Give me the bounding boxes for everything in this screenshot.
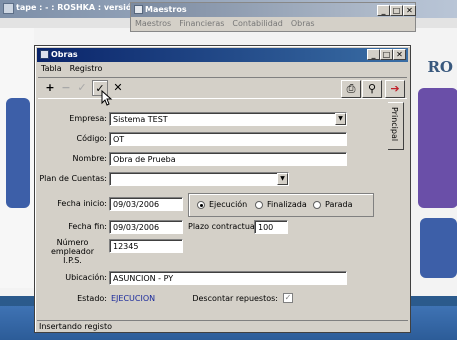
numero-empleador-label-line1: Número — [56, 238, 89, 247]
menu-obras[interactable]: Obras — [291, 19, 315, 31]
close-button[interactable]: ✕ — [403, 5, 416, 16]
codigo-field[interactable]: OT — [109, 132, 347, 146]
maestros-titlebar: Maestros _ □ ✕ — [131, 3, 416, 17]
descontar-repuestos-checkbox[interactable]: ✓ — [283, 293, 293, 303]
maestros-title: Maestros — [145, 5, 187, 14]
exit-arrow-icon[interactable]: ➔ — [385, 80, 405, 98]
print-icon[interactable]: ⎙ — [341, 80, 361, 98]
maximize-button[interactable]: □ — [380, 49, 393, 60]
radio-parada[interactable] — [313, 201, 321, 209]
tab-principal[interactable]: Principal — [388, 102, 404, 150]
radio-parada-label[interactable]: Parada — [325, 200, 353, 209]
window-icon — [40, 50, 49, 59]
background-graphic-left — [6, 98, 30, 208]
background-app-title: tape : - : ROSHKA : versión — [16, 3, 138, 12]
descontar-repuestos-label: Descontar repuestos: — [192, 294, 278, 303]
plan-cuentas-label: Plan de Cuentas: — [39, 174, 107, 183]
empresa-value: Sistema TEST — [113, 115, 168, 124]
toolbar: + − ✓ ✓ ✕ ⎙ ⚲ ➔ — [38, 77, 407, 99]
fecha-inicio-label: Fecha inicio: — [57, 199, 107, 208]
search-icon[interactable]: ⚲ — [362, 80, 382, 98]
plazo-contractual-field[interactable]: 100 — [254, 220, 288, 234]
obras-window: Obras _ □ ✕ Tabla Registro + − ✓ ✓ ✕ ⎙ ⚲… — [34, 45, 411, 333]
menu-financieras[interactable]: Financieras — [179, 19, 224, 31]
window-icon — [134, 5, 143, 14]
maestros-menubar: Maestros Financieras Contabilidad Obras — [135, 19, 315, 31]
obras-menubar: Tabla Registro — [41, 64, 102, 76]
radio-ejecucion[interactable] — [197, 201, 205, 209]
numero-empleador-label-line3: I.P.S. — [63, 256, 82, 265]
menu-registro[interactable]: Registro — [70, 64, 103, 76]
estado-value: EJECUCION — [111, 294, 156, 303]
numero-empleador-label-line2: empleador — [50, 247, 95, 256]
plazo-contractual-label: Plazo contractual: — [188, 222, 260, 231]
minimize-button[interactable]: _ — [367, 49, 380, 60]
codigo-label: Código: — [76, 134, 107, 143]
background-graphic-right-lower — [420, 218, 457, 278]
close-button[interactable]: ✕ — [393, 49, 406, 60]
maestros-window: Maestros _ □ ✕ Maestros Financieras Cont… — [130, 2, 416, 32]
empresa-select[interactable]: Sistema TEST ▼ — [109, 112, 347, 126]
fecha-fin-label: Fecha fin: — [68, 222, 107, 231]
edit-record-icon[interactable]: ✓ — [74, 80, 90, 96]
tab-principal-label: Principal — [390, 107, 399, 142]
obras-title: Obras — [51, 50, 78, 59]
menu-maestros[interactable]: Maestros — [135, 19, 171, 31]
statusbar: Insertando registo — [37, 320, 408, 332]
add-record-icon[interactable]: + — [42, 80, 58, 96]
delete-record-icon[interactable]: − — [58, 80, 74, 96]
numero-empleador-label: Número empleador I.P.S. — [38, 238, 107, 265]
obras-titlebar: Obras _ □ ✕ — [37, 48, 408, 62]
empresa-label: Empresa: — [69, 114, 107, 123]
maximize-button[interactable]: □ — [390, 5, 403, 16]
background-logo: RO — [427, 58, 453, 76]
estado-radio-group: Ejecución Finalizada Parada — [188, 193, 374, 217]
menu-tabla[interactable]: Tabla — [41, 64, 62, 76]
radio-ejecucion-label[interactable]: Ejecución — [209, 200, 247, 209]
numero-empleador-field[interactable]: 12345 — [109, 239, 183, 253]
obras-form: Empresa: Sistema TEST ▼ Código: OT Nombr… — [38, 101, 388, 317]
plan-cuentas-select[interactable]: ▼ — [109, 172, 289, 186]
chevron-down-icon[interactable]: ▼ — [335, 113, 346, 125]
app-icon — [3, 3, 14, 14]
minimize-button[interactable]: _ — [377, 5, 390, 16]
estado-label: Estado: — [77, 294, 107, 303]
ubicacion-label: Ubicación: — [65, 273, 107, 282]
radio-finalizada-label[interactable]: Finalizada — [267, 200, 307, 209]
ubicacion-field[interactable]: ASUNCION - PY — [109, 271, 347, 285]
mouse-cursor-icon — [101, 90, 113, 106]
status-text: Insertando registo — [39, 322, 112, 331]
chevron-down-icon[interactable]: ▼ — [277, 173, 288, 185]
nombre-field[interactable]: Obra de Prueba — [109, 152, 347, 166]
nombre-label: Nombre: — [72, 154, 107, 163]
fecha-inicio-field[interactable]: 09/03/2006 — [109, 197, 183, 211]
menu-contabilidad[interactable]: Contabilidad — [232, 19, 282, 31]
fecha-fin-field[interactable]: 09/03/2006 — [109, 220, 183, 234]
background-graphic-right — [418, 88, 457, 208]
radio-finalizada[interactable] — [255, 201, 263, 209]
